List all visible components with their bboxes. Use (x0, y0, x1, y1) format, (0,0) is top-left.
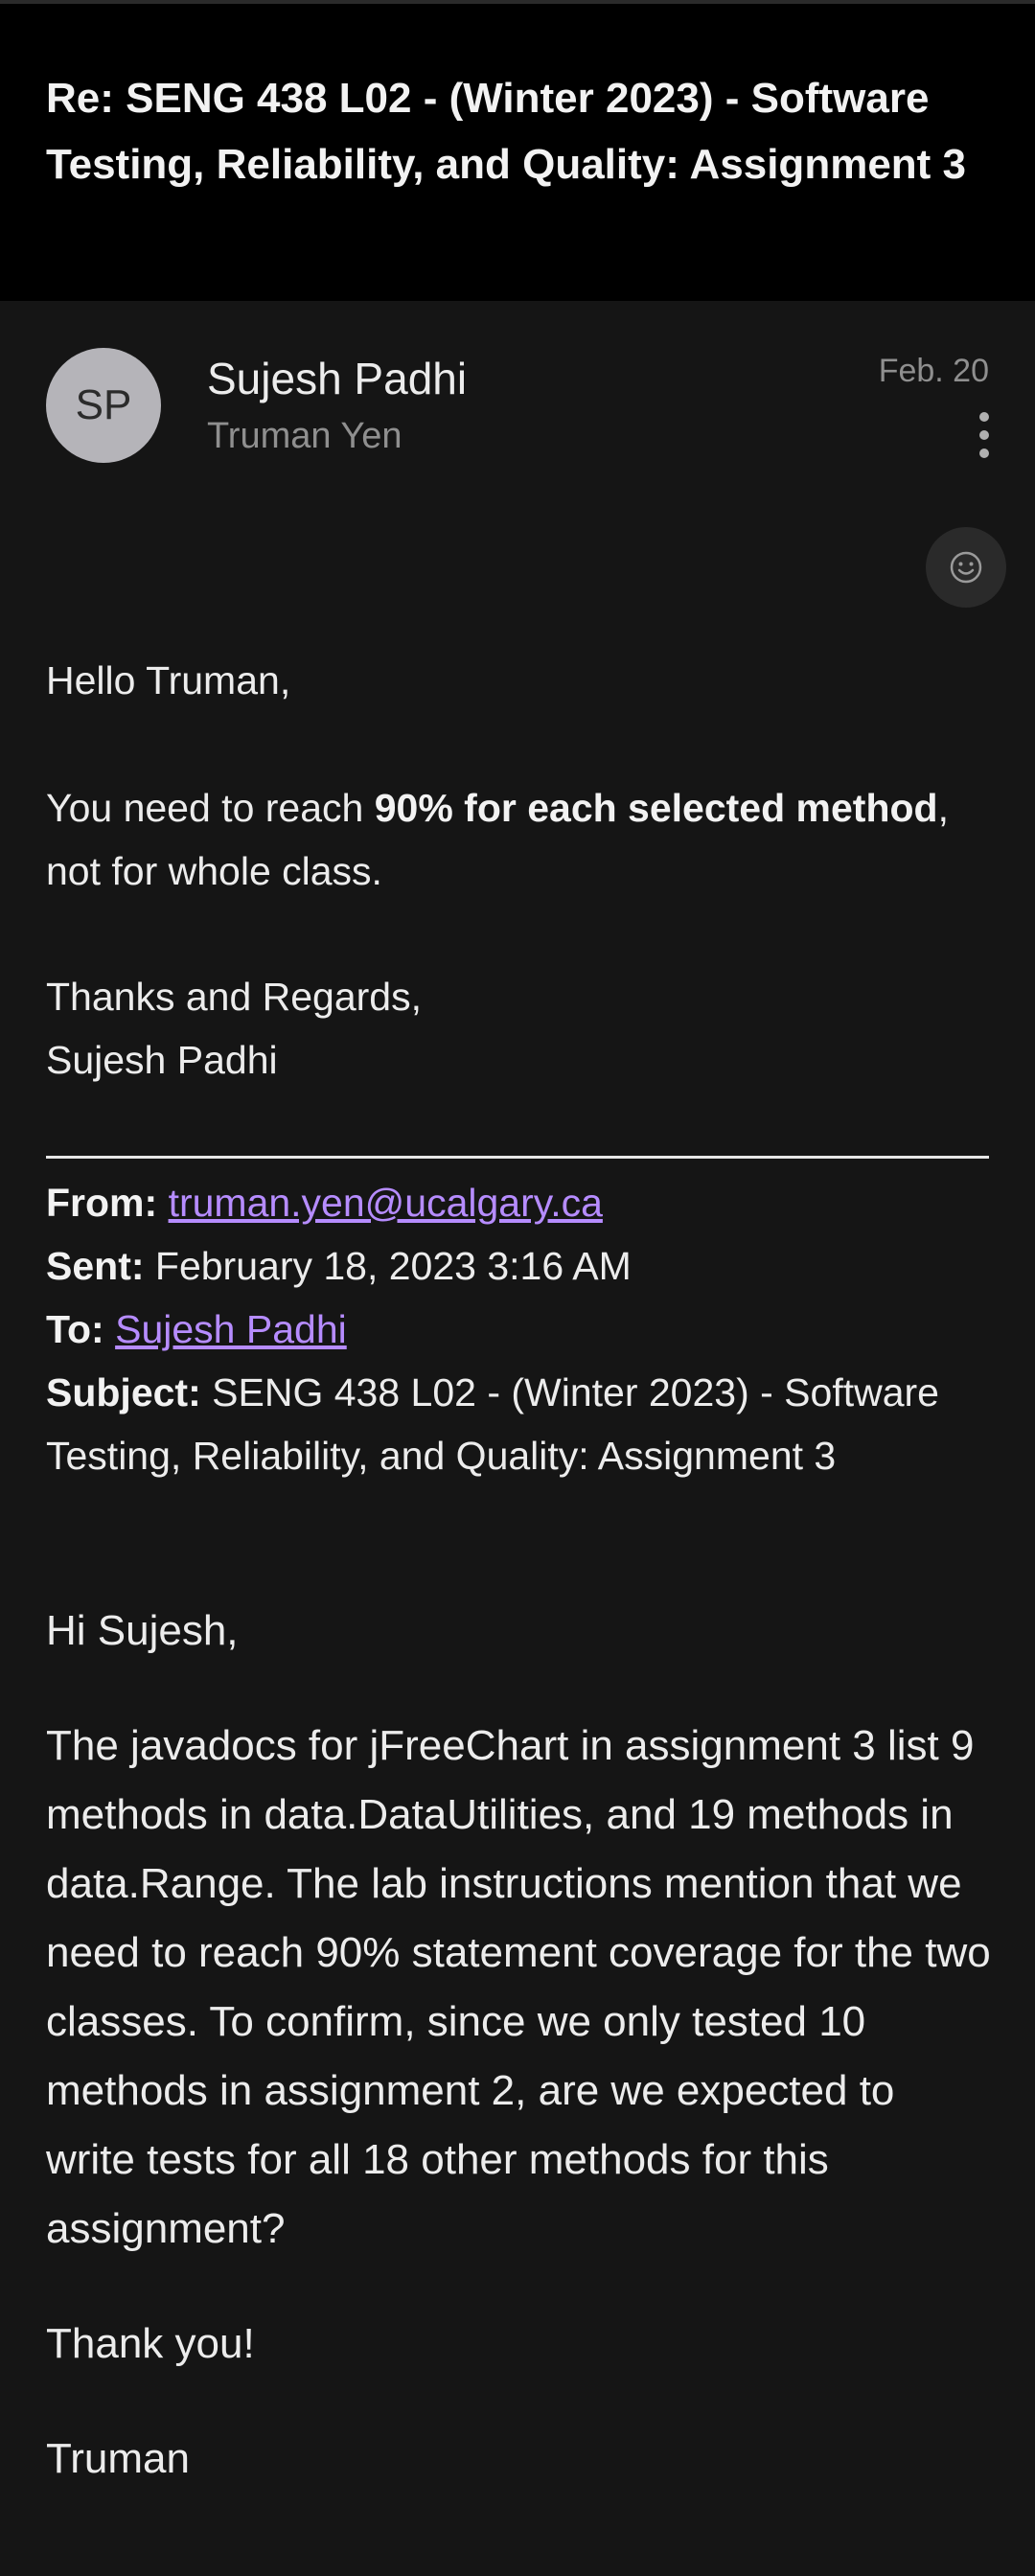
more-options-icon[interactable] (970, 406, 999, 464)
email-subject-title: Re: SENG 438 L02 - (Winter 2023) - Softw… (46, 75, 967, 188)
original-signature: Truman (46, 2435, 190, 2482)
sender-name: Sujesh Padhi (207, 354, 468, 403)
quote-divider (46, 1156, 989, 1159)
reply-signature: Sujesh Padhi (46, 1038, 278, 1082)
from-email-link[interactable]: truman.yen@ucalgary.ca (169, 1181, 603, 1225)
original-body: The javadocs for jFreeChart in assignmen… (46, 1722, 991, 2252)
quoted-to: To: Sujesh Padhi (46, 1307, 347, 1351)
to-contact-link[interactable]: Sujesh Padhi (115, 1307, 347, 1351)
quoted-sent: Sent: February 18, 2023 3:16 AM (46, 1244, 632, 1288)
emoji-reaction-button[interactable] (926, 527, 1006, 608)
original-thanks: Thank you! (46, 2320, 255, 2367)
email-date: Feb. 20 (878, 353, 989, 389)
sender-row[interactable]: SP Sujesh Padhi Truman Yen Feb. 20 (0, 301, 1035, 493)
reply-emphasis: 90% for each selected method (374, 786, 938, 830)
reply-signoff: Thanks and Regards, (46, 975, 423, 1019)
emoji-reaction-icon (950, 551, 982, 584)
reply-message: You need to reach 90% for each selected … (46, 786, 949, 893)
avatar[interactable]: SP (46, 348, 161, 463)
email-subject-header: Re: SENG 438 L02 - (Winter 2023) - Softw… (0, 4, 1035, 301)
reply-greeting: Hello Truman, (46, 658, 291, 702)
quoted-subject: Subject: SENG 438 L02 - (Winter 2023) - … (46, 1370, 939, 1478)
original-greeting: Hi Sujesh, (46, 1607, 239, 1654)
recipient-name: Truman Yen (207, 416, 402, 456)
quoted-from: From: truman.yen@ucalgary.ca (46, 1181, 603, 1225)
